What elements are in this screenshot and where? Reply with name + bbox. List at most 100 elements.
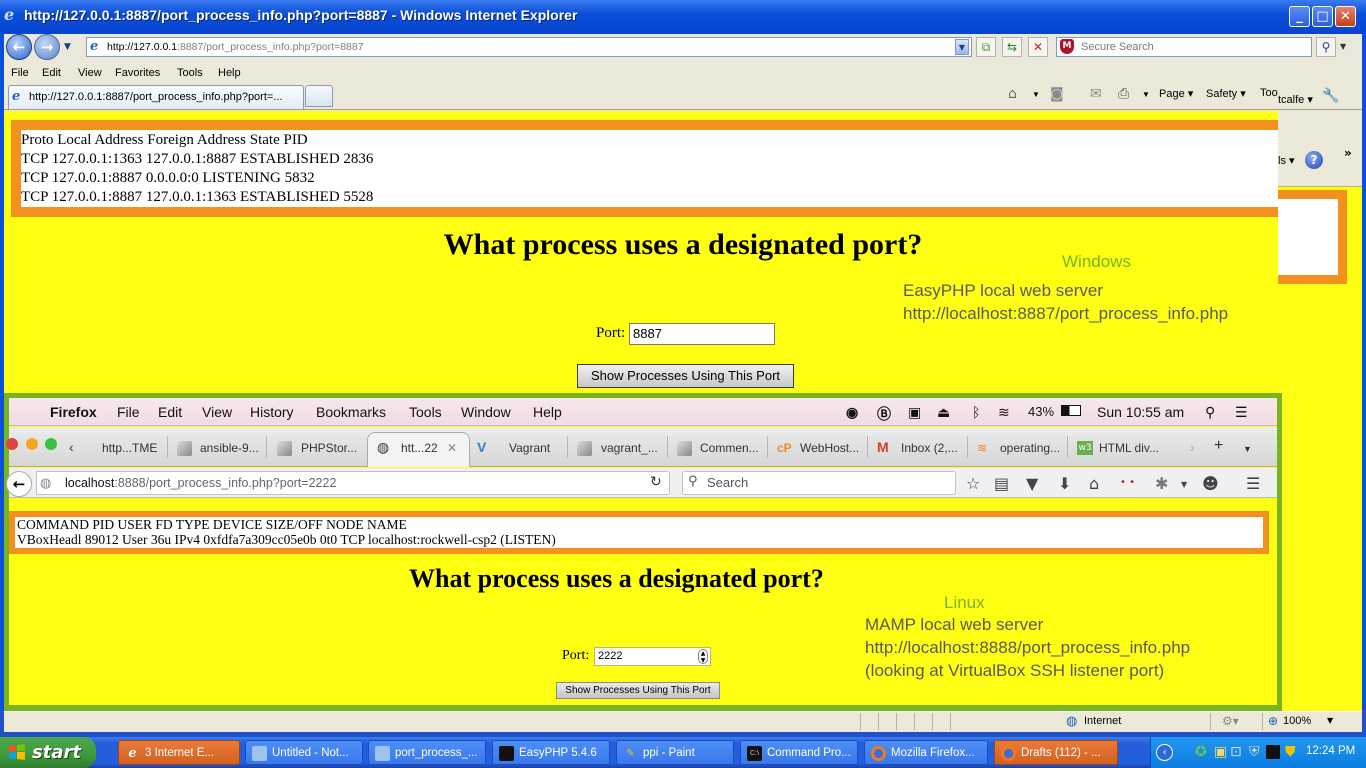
search-button[interactable]: ⚲ (1316, 37, 1336, 57)
firefox-tab[interactable]: PHPStor... (301, 441, 357, 455)
read-mail-icon[interactable]: ✉ (1090, 86, 1102, 102)
port-input[interactable]: 8887 (629, 323, 775, 345)
bookmark-star-icon[interactable]: ☆ (966, 474, 980, 493)
firefox-tab-active-label[interactable]: htt...22 (401, 441, 438, 455)
firefox-url-bar[interactable]: localhost:8888/port_process_info.php?por… (36, 471, 670, 495)
menu-file[interactable]: File (11, 67, 29, 79)
taskbar-item-drafts[interactable]: Drafts (112) - ... (994, 740, 1118, 765)
mac-menu-edit[interactable]: Edit (158, 404, 182, 420)
firefox-back-button[interactable]: ← (6, 471, 32, 497)
firefox-tab[interactable]: WebHost... (800, 441, 859, 455)
page-menu[interactable]: Page ▾ (1159, 87, 1193, 100)
zoom-icon[interactable]: ⊕ (1268, 714, 1278, 728)
home-icon[interactable]: ⌂ (1089, 474, 1099, 493)
bluetooth-icon[interactable]: ᛒ (972, 404, 980, 420)
history-dropdown-icon[interactable]: ▼ (64, 42, 71, 52)
audio-icon[interactable]: ▣ (908, 404, 921, 421)
menu-help[interactable]: Help (218, 67, 241, 79)
tray-expand-icon[interactable]: ‹ (1156, 744, 1173, 761)
taskbar-item-paint[interactable]: ✎ ppi - Paint (616, 740, 734, 765)
firefox-search-input[interactable]: Search (682, 471, 956, 495)
mac-menu-tools[interactable]: Tools (409, 404, 442, 420)
firefox-tab[interactable]: vagrant_... (601, 441, 658, 455)
mac-clock[interactable]: Sun 10:55 am (1097, 404, 1184, 420)
firefox-tab[interactable]: Vagrant (509, 441, 550, 455)
mac-menu-bookmarks[interactable]: Bookmarks (316, 404, 386, 420)
new-tab-plus-icon[interactable]: + (1214, 437, 1223, 455)
forward-button[interactable]: → (34, 34, 60, 60)
mac-zoom-dot[interactable] (45, 438, 57, 450)
port-spinner[interactable]: ▲ ▼ (698, 649, 708, 664)
notification-center-icon[interactable]: ☰ (1235, 404, 1248, 421)
address-dropdown-button[interactable]: ▼ (955, 39, 969, 55)
safety-menu[interactable]: Safety ▾ (1206, 87, 1246, 100)
search-options-dropdown[interactable]: ▼ (1340, 42, 1346, 51)
address-bar[interactable]: http://127.0.0.1:8887/port_process_info.… (86, 37, 972, 57)
background-tools-menu[interactable]: ls ▾ (1278, 154, 1295, 167)
print-dropdown-icon[interactable]: ▼ (1142, 90, 1150, 99)
mac-menu-file[interactable]: File (117, 404, 140, 420)
pocket-icon[interactable]: ▼ (1026, 474, 1038, 493)
chevron-overflow-icon[interactable]: » (1344, 146, 1352, 160)
tray-window-icon[interactable]: ▣ (1214, 744, 1227, 760)
taskbar-item-internet-explorer[interactable]: e 3 Internet E... (118, 740, 240, 765)
firefox-tab[interactable]: Inbox (2,... (901, 441, 958, 455)
tray-easyphp-icon[interactable] (1266, 745, 1280, 759)
minimize-button[interactable]: _ (1289, 6, 1310, 27)
firefox-tab[interactable]: http...TME (102, 441, 157, 455)
tray-certificate-icon[interactable]: ✪ (1195, 744, 1207, 760)
mac-menu-view[interactable]: View (202, 404, 232, 420)
taskbar-item-command-prompt[interactable]: C:\ Command Pro... (740, 740, 858, 765)
zoom-dropdown-icon[interactable]: ▼ (1327, 716, 1333, 725)
stop-button[interactable]: ✕ (1028, 37, 1048, 57)
tab-list-dropdown-icon[interactable]: ▼ (1243, 444, 1252, 454)
firefox-tab[interactable]: Commen... (700, 441, 759, 455)
firefox-tab[interactable]: operating... (1000, 441, 1060, 455)
reload-icon[interactable]: ↻ (650, 474, 662, 490)
feeds-icon[interactable]: ◙ (1050, 86, 1064, 102)
refresh-button[interactable]: ⇆ (1002, 37, 1022, 57)
site-identity-icon[interactable]: ◍ (40, 476, 51, 491)
compatibility-view-button[interactable]: ⧉ (976, 37, 996, 57)
taskbar-item-firefox[interactable]: Mozilla Firefox... (864, 740, 988, 765)
firefox-tab[interactable]: ansible-9... (200, 441, 259, 455)
menu-view[interactable]: View (78, 67, 102, 79)
user-menu[interactable]: tcalfe ▾ (1278, 93, 1313, 106)
tab-scroll-right-icon[interactable]: › (1190, 439, 1195, 455)
mac-minimize-dot[interactable] (26, 438, 38, 450)
protected-mode-icon[interactable]: ⚙▾ (1222, 714, 1239, 728)
firebug-dropdown-icon[interactable]: ▼ (1181, 480, 1187, 489)
home-icon[interactable]: ⌂ (1008, 86, 1017, 102)
downloads-icon[interactable]: ⬇ (1058, 474, 1071, 493)
status-app-icon[interactable]: ◉ (846, 404, 858, 421)
zoom-level[interactable]: 100% (1283, 715, 1311, 727)
firefox-tab[interactable]: HTML div... (1099, 441, 1159, 455)
tab-scroll-left-icon[interactable]: ‹ (69, 439, 74, 455)
taskbar-item-notepad-2[interactable]: port_process_... (368, 740, 486, 765)
bookmarks-menu-icon[interactable]: ▤ (994, 474, 1009, 493)
airplay-icon[interactable]: ⏏ (937, 404, 950, 421)
tools-menu[interactable]: Too (1260, 87, 1278, 99)
tray-network-icon[interactable]: ⊡ (1230, 744, 1242, 760)
taskbar-clock[interactable]: 12:24 PM (1306, 745, 1355, 757)
menu-edit[interactable]: Edit (42, 67, 61, 79)
print-icon[interactable]: ⎙ (1118, 86, 1129, 102)
wifi-icon[interactable]: ≋ (998, 404, 1010, 421)
tray-security-shield-icon[interactable]: ⛊ (1285, 744, 1296, 760)
linux-show-processes-button[interactable]: Show Processes Using This Port (556, 682, 720, 699)
hamburger-menu-icon[interactable]: ☰ (1246, 474, 1260, 493)
show-processes-button[interactable]: Show Processes Using This Port (577, 364, 794, 388)
home-dropdown-icon[interactable]: ▼ (1032, 90, 1040, 99)
mac-menu-history[interactable]: History (250, 404, 294, 420)
back-button[interactable]: ← (6, 34, 32, 60)
search-input[interactable]: Secure Search (1056, 37, 1312, 57)
new-tab-button[interactable] (305, 85, 333, 107)
help-icon[interactable]: ? (1305, 151, 1323, 169)
taskbar-item-easyphp[interactable]: EasyPHP 5.4.6 (492, 740, 610, 765)
taskbar-item-notepad[interactable]: Untitled - Not... (245, 740, 363, 765)
tray-mcafee-icon[interactable]: ⛨ (1249, 744, 1260, 760)
mac-menu-help[interactable]: Help (533, 404, 562, 420)
linux-port-input[interactable]: 2222 (594, 647, 711, 666)
bitcoin-icon[interactable]: Ⓑ (877, 404, 891, 424)
menu-tools[interactable]: Tools (177, 67, 203, 79)
